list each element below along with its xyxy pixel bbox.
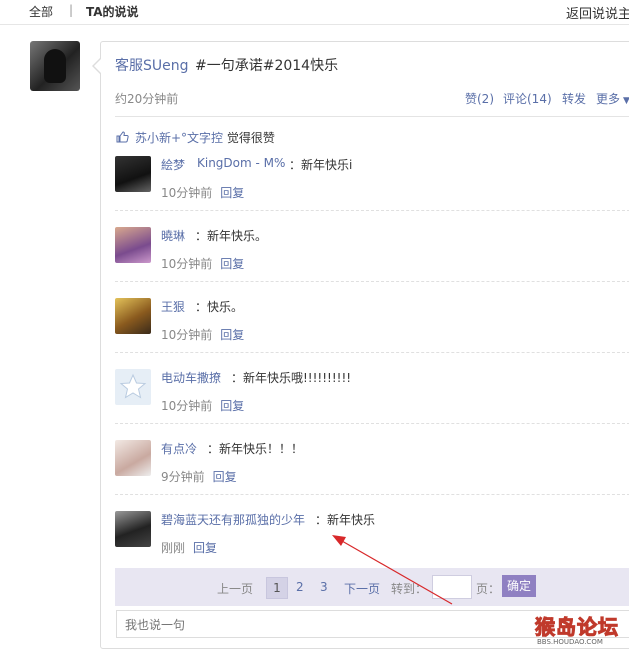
watermark-logo-text: 猴岛论坛 (535, 615, 619, 640)
forum-watermark-logo: 猴岛论坛 BBS.HOUDAO.COM (533, 611, 625, 647)
watermark-url: BBS.HOUDAO.COM (537, 638, 603, 646)
annotation-arrow (332, 535, 453, 605)
